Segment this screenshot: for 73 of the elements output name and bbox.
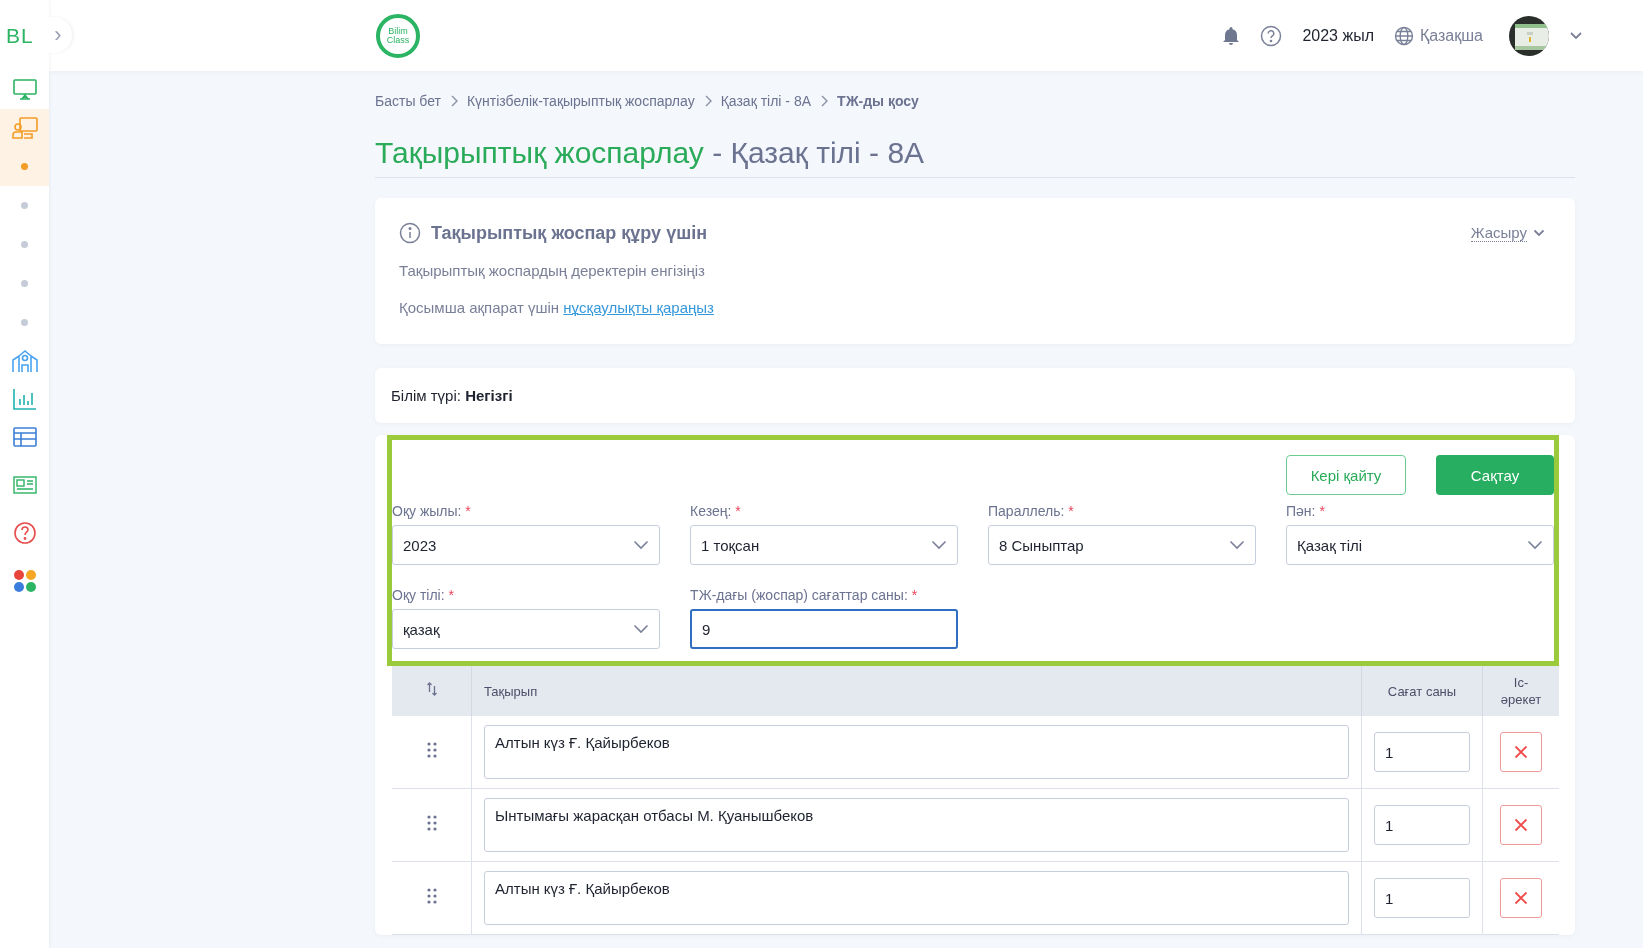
info-heading: Тақырыптық жоспар құру үшін xyxy=(431,222,708,244)
apps-icon xyxy=(12,569,37,593)
breadcrumb-link[interactable]: Басты бет xyxy=(375,93,441,109)
topic-field[interactable]: Ынтымағы жарасқан отбасы М. Қуанышбеков xyxy=(484,798,1349,852)
chevron-down-icon xyxy=(633,540,649,550)
language-selector[interactable]: Қазақша xyxy=(1394,25,1483,46)
select-field[interactable]: қазақ xyxy=(392,609,660,649)
field-label: Кезең: xyxy=(690,503,732,519)
newspaper-icon xyxy=(11,475,38,495)
required-mark: * xyxy=(1319,503,1325,519)
globe-icon xyxy=(1394,25,1414,46)
hours-field[interactable]: 1 xyxy=(1374,878,1470,918)
column-header: Сағат саны xyxy=(1361,666,1483,716)
drag-handle-icon[interactable] xyxy=(426,742,437,758)
year-selector[interactable]: 2023 жыл xyxy=(1302,26,1374,45)
sidebar-item[interactable] xyxy=(0,109,49,147)
school-icon xyxy=(10,348,39,374)
breadcrumb-link[interactable]: Қазақ тілі - 8А xyxy=(720,93,811,109)
help-icon[interactable] xyxy=(1260,24,1283,47)
presentation-icon xyxy=(10,116,39,140)
table-icon xyxy=(11,426,38,448)
education-type: Білім түрі: Негізгі xyxy=(391,387,513,404)
chevron-down-icon xyxy=(1527,540,1543,550)
chevron-down-icon xyxy=(1533,229,1545,237)
delete-button[interactable] xyxy=(1500,805,1542,845)
required-mark: * xyxy=(1068,503,1074,519)
drag-handle-icon[interactable] xyxy=(426,888,437,904)
help-icon xyxy=(12,521,37,545)
info-icon xyxy=(399,222,421,244)
delete-button[interactable] xyxy=(1500,878,1542,918)
monitor-icon xyxy=(11,78,38,102)
chevron-down-icon[interactable] xyxy=(1569,30,1583,41)
column-header: Тақырып xyxy=(471,666,1362,716)
language-label: Қазақша xyxy=(1420,26,1483,45)
chevron-down-icon xyxy=(931,540,947,550)
close-icon xyxy=(1514,891,1528,905)
field-label: Параллель: xyxy=(988,503,1065,519)
chevron-down-icon xyxy=(633,624,649,634)
drag-handle-icon[interactable] xyxy=(426,815,437,831)
select-field[interactable]: Қазақ тілі xyxy=(1286,525,1554,565)
chevron-right-icon xyxy=(703,95,712,107)
page-subtitle: - Қазақ тілі - 8А xyxy=(712,136,925,169)
chevron-down-icon xyxy=(1229,540,1245,550)
required-mark: * xyxy=(465,503,471,519)
bell-icon[interactable] xyxy=(1222,25,1241,46)
hours-field[interactable]: 1 xyxy=(1374,732,1470,772)
select-field[interactable]: 2023 xyxy=(392,525,660,565)
select-field[interactable]: 8 Сыныптар xyxy=(988,525,1256,565)
close-icon xyxy=(1514,745,1528,759)
hide-toggle[interactable]: Жасыру xyxy=(1470,224,1545,242)
close-icon xyxy=(1514,818,1528,832)
required-mark: * xyxy=(911,587,918,603)
sort-icon[interactable] xyxy=(425,682,438,696)
required-mark: * xyxy=(448,587,454,603)
field-label: Оқу тілі: xyxy=(392,587,445,603)
page-title: Тақырыптық жоспарлау xyxy=(375,136,704,169)
hours-field[interactable]: 1 xyxy=(1374,805,1470,845)
chevron-right-icon xyxy=(449,95,458,107)
field-label: Оқу жылы: xyxy=(392,503,462,519)
delete-button[interactable] xyxy=(1500,732,1542,772)
required-mark: * xyxy=(735,503,741,519)
select-field[interactable]: 1 тоқсан xyxy=(690,525,958,565)
chevron-right-icon xyxy=(820,95,828,107)
input-field[interactable]: 9 xyxy=(690,609,958,649)
breadcrumb-link[interactable]: Күнтізбелік-тақырыптық жоспарлау xyxy=(466,93,695,109)
topic-field[interactable]: Алтын күз Ғ. Қайырбеков xyxy=(484,871,1349,925)
field-label: ТЖ-дағы (жоспар) сағаттар саны: xyxy=(690,587,908,603)
topic-field[interactable]: Алтын күз Ғ. Қайырбеков xyxy=(484,725,1349,779)
column-header: Іс-әрекет xyxy=(1482,666,1559,716)
field-label: Пән: xyxy=(1286,503,1316,519)
info-text: Қосымша ақпарат үшін xyxy=(399,299,560,316)
bar-chart-icon xyxy=(11,387,38,411)
info-text: Тақырыптық жоспардың деректерін енгізіңіз xyxy=(399,262,706,279)
